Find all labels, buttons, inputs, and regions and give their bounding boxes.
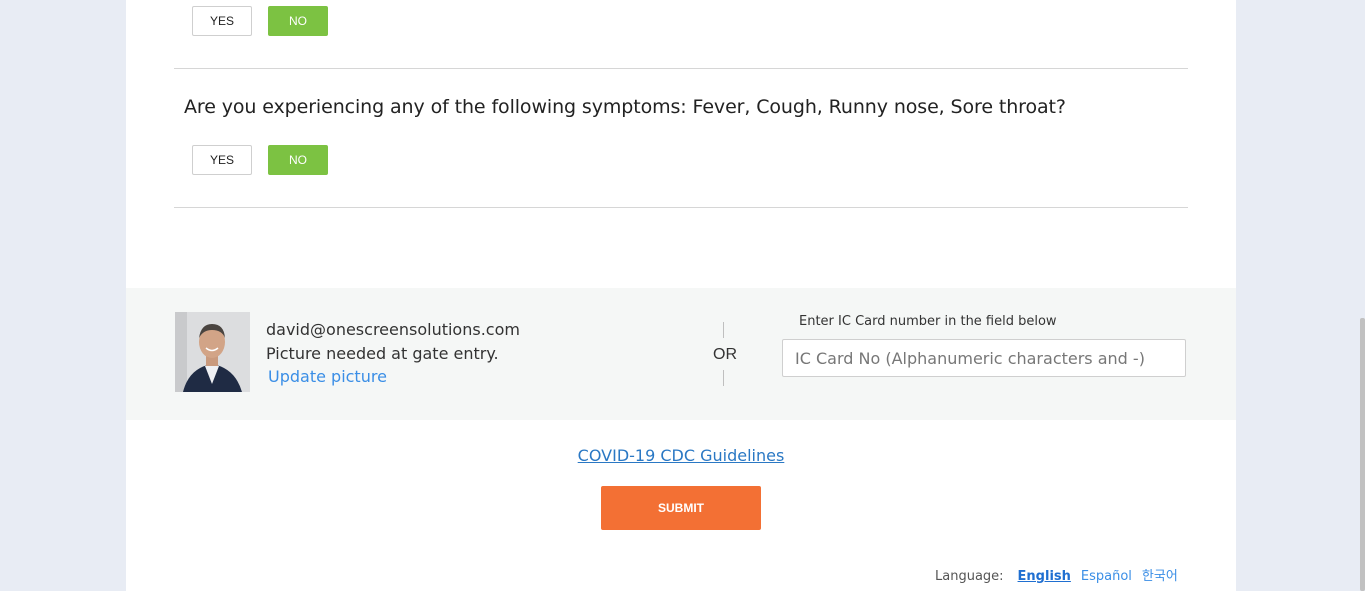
cdc-guidelines-link-text[interactable]: COVID-19 CDC Guidelines	[578, 446, 785, 465]
q1-answer-buttons: YES NO	[192, 6, 328, 36]
symptoms-question: Are you experiencing any of the followin…	[184, 96, 1066, 118]
language-option-spanish[interactable]: Español	[1081, 569, 1132, 584]
submit-button[interactable]: SUBMIT	[601, 486, 761, 530]
divider	[174, 207, 1188, 208]
ic-card-label: Enter IC Card number in the field below	[799, 314, 1057, 329]
identity-panel: david@onescreensolutions.com Picture nee…	[126, 288, 1236, 420]
language-option-english[interactable]: English	[1018, 569, 1071, 584]
language-option-korean[interactable]: 한국어	[1142, 565, 1178, 584]
picture-note: Picture needed at gate entry.	[266, 344, 499, 363]
language-label: Language:	[935, 569, 1004, 584]
scrollbar-thumb[interactable]	[1360, 318, 1365, 591]
q1-yes-button[interactable]: YES	[192, 6, 252, 36]
or-divider-bottom	[723, 370, 724, 386]
form-card: YES NO Are you experiencing any of the f…	[126, 0, 1236, 591]
language-selector: Language: English Español 한국어	[935, 565, 1178, 584]
divider	[174, 68, 1188, 69]
q2-no-button[interactable]: NO	[268, 145, 328, 175]
q2-yes-button[interactable]: YES	[192, 145, 252, 175]
ic-card-input[interactable]	[782, 339, 1186, 377]
cdc-guidelines-link[interactable]: COVID-19 CDC Guidelines	[126, 446, 1236, 465]
update-picture-link[interactable]: Update picture	[268, 367, 387, 386]
avatar	[175, 312, 250, 392]
q2-answer-buttons: YES NO	[192, 145, 328, 175]
or-label: OR	[713, 346, 737, 363]
q1-no-button[interactable]: NO	[268, 6, 328, 36]
or-divider-top	[723, 322, 724, 338]
user-email: david@onescreensolutions.com	[266, 320, 520, 339]
